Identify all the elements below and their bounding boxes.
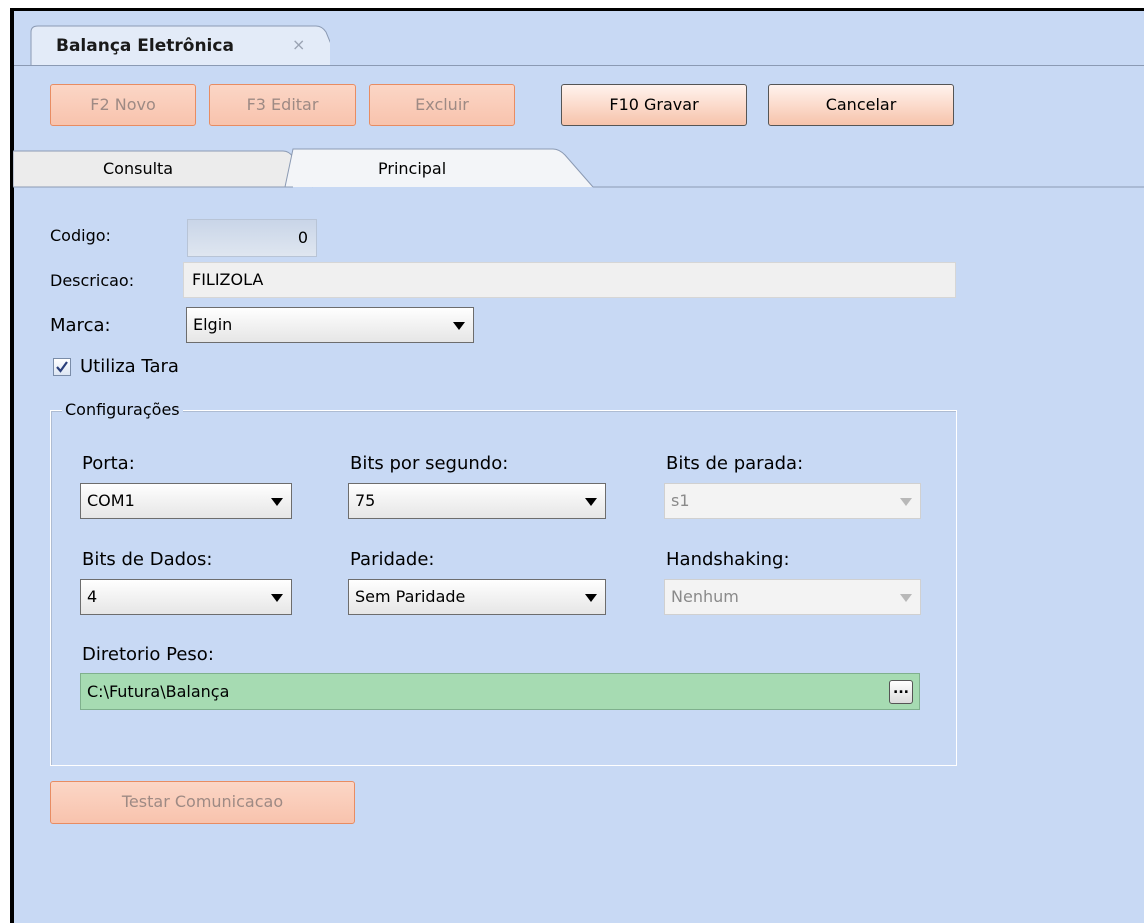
- bits-parada-select[interactable]: s1: [664, 483, 921, 519]
- descricao-field[interactable]: FILIZOLA: [183, 262, 956, 298]
- porta-label: Porta:: [82, 453, 135, 474]
- handshaking-select[interactable]: Nenhum: [664, 579, 921, 615]
- codigo-label: Codigo:: [50, 226, 111, 245]
- marca-value: Elgin: [193, 315, 233, 334]
- close-icon[interactable]: ×: [292, 35, 305, 54]
- configuracoes-title: Configurações: [62, 400, 183, 419]
- chevron-down-icon: [900, 498, 912, 506]
- bits-dados-select[interactable]: 4: [80, 579, 292, 615]
- descricao-label: Descricao:: [50, 271, 135, 290]
- tab-consulta[interactable]: Consulta: [103, 159, 173, 178]
- chevron-down-icon: [585, 498, 597, 506]
- utiliza-tara-label[interactable]: Utiliza Tara: [80, 356, 179, 377]
- edit-button[interactable]: F3 Editar: [209, 84, 356, 126]
- document-tab[interactable]: Balança Eletrônica ×: [30, 24, 330, 66]
- paridade-select[interactable]: Sem Paridade: [348, 579, 606, 615]
- handshaking-value: Nenhum: [671, 587, 739, 606]
- new-button[interactable]: F2 Novo: [50, 84, 196, 126]
- diretorio-field[interactable]: C:\Futura\Balança: [80, 673, 920, 710]
- bits-segundo-label: Bits por segundo:: [350, 453, 509, 474]
- cancel-button[interactable]: Cancelar: [768, 84, 954, 126]
- chevron-down-icon: [271, 594, 283, 602]
- marca-label: Marca:: [50, 315, 111, 336]
- bits-dados-label: Bits de Dados:: [82, 549, 213, 570]
- check-icon: [56, 361, 68, 373]
- chevron-down-icon: [453, 322, 465, 330]
- chevron-down-icon: [271, 498, 283, 506]
- paridade-label: Paridade:: [350, 549, 435, 570]
- porta-value: COM1: [87, 491, 135, 510]
- paridade-value: Sem Paridade: [355, 587, 466, 606]
- test-communication-button[interactable]: Testar Comunicacao: [50, 781, 355, 824]
- section-tabs-shape: [13, 148, 1144, 188]
- bits-dados-value: 4: [87, 587, 98, 606]
- browse-button[interactable]: ...: [889, 680, 913, 704]
- codigo-field[interactable]: 0: [187, 219, 317, 257]
- porta-select[interactable]: COM1: [80, 483, 292, 519]
- chevron-down-icon: [585, 594, 597, 602]
- handshaking-label: Handshaking:: [666, 549, 790, 570]
- document-tab-title: Balança Eletrônica: [56, 36, 234, 56]
- tab-principal[interactable]: Principal: [378, 159, 446, 178]
- delete-button[interactable]: Excluir: [369, 84, 515, 126]
- section-tabs: Consulta Principal: [13, 145, 1144, 190]
- utiliza-tara-checkbox[interactable]: [53, 358, 71, 376]
- marca-select[interactable]: Elgin: [186, 307, 474, 343]
- save-button[interactable]: F10 Gravar: [561, 84, 747, 126]
- tab-strip-line: [14, 65, 1144, 66]
- diretorio-label: Diretorio Peso:: [82, 644, 214, 665]
- bits-segundo-select[interactable]: 75: [348, 483, 606, 519]
- bits-parada-value: s1: [671, 491, 690, 510]
- bits-parada-label: Bits de parada:: [666, 453, 804, 474]
- bits-segundo-value: 75: [355, 491, 376, 510]
- chevron-down-icon: [900, 594, 912, 602]
